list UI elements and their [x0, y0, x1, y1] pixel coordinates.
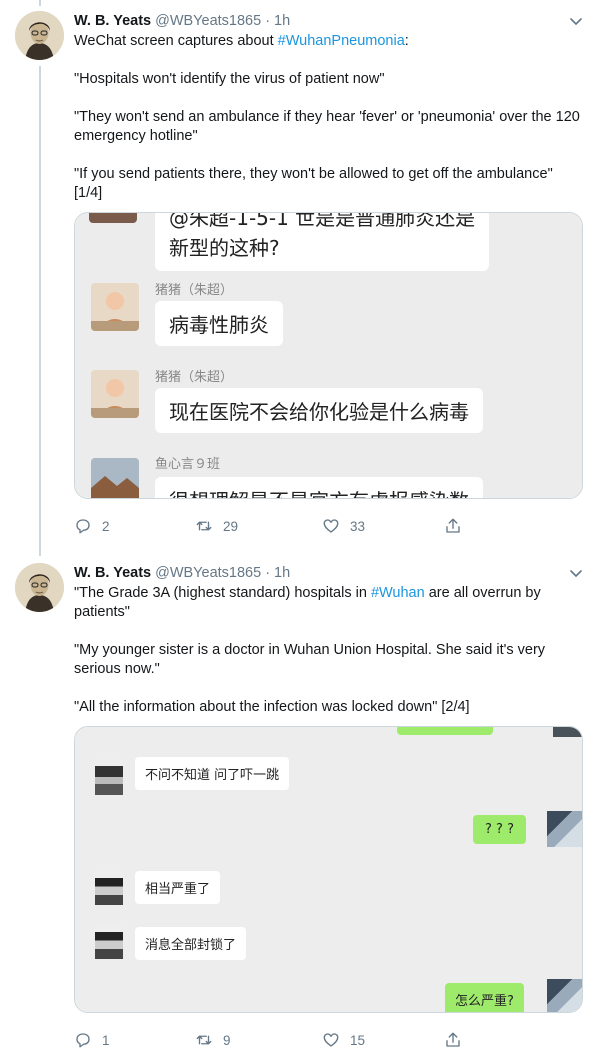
- like-count: 15: [350, 1032, 366, 1048]
- pixelated-avatar: [547, 811, 582, 847]
- chat-bubble: 不问不知道 问了吓一跳: [135, 757, 290, 790]
- tweet-paragraph: "All the information about the infection…: [74, 699, 470, 715]
- share-button[interactable]: [444, 1031, 462, 1049]
- chat-sender-name: 猪猪（朱超）: [155, 283, 234, 298]
- reply-icon: [76, 519, 90, 534]
- tweet-text: WeChat screen captures about #WuhanPneum…: [74, 32, 584, 203]
- author-handle[interactable]: @WBYeats1865: [155, 13, 261, 29]
- chat-bubble-sent: 怎么严重?: [445, 983, 524, 1012]
- avatar[interactable]: [15, 563, 64, 612]
- pixelated-avatar: [95, 871, 123, 905]
- tweet-image[interactable]: @朱超-1-5-1 世是是普通肺炎还是 新型的这种? 猪猪（朱超） 病毒性肺炎 …: [74, 212, 583, 499]
- tweet-paragraph: "Hospitals won't identify the virus of p…: [74, 71, 385, 87]
- tweet-header: W. B. Yeats @WBYeats1865 · 1h: [74, 562, 584, 584]
- tweet-paragraph: WeChat screen captures about #WuhanPneum…: [74, 33, 409, 49]
- avatar[interactable]: [15, 11, 64, 60]
- chat-bubble: 相当严重了: [135, 871, 221, 904]
- author-name[interactable]: W. B. Yeats: [74, 13, 151, 29]
- tweet-paragraph: "My younger sister is a doctor in Wuhan …: [74, 642, 546, 677]
- chat-avatar-landscape: [91, 458, 139, 498]
- separator-dot: ·: [265, 565, 271, 581]
- chat-sender-name: 猪猪（朱超）: [155, 370, 234, 385]
- tweet-paragraph: "They won't send an ambulance if they he…: [74, 109, 580, 144]
- tweet-header: W. B. Yeats @WBYeats1865 · 1h: [74, 10, 584, 32]
- chat-bubble: 病毒性肺炎: [155, 301, 283, 346]
- like-count: 33: [350, 518, 366, 534]
- tweet-actions: 2 29 33: [74, 516, 494, 536]
- retweet-icon: [196, 521, 212, 531]
- pixelated-avatar: [553, 727, 582, 737]
- share-button[interactable]: [444, 517, 462, 535]
- chat-bubble-sent: ? ? ?: [473, 815, 526, 844]
- chat-bubble: 消息全部封锁了: [135, 927, 247, 960]
- chat-sender-name: 鱼心言９班: [155, 457, 221, 472]
- chat-avatar: [89, 213, 137, 223]
- heart-icon: [323, 1033, 339, 1047]
- tweet-text: "The Grade 3A (highest standard) hospita…: [74, 584, 584, 717]
- chat-avatar-baby: [91, 370, 139, 418]
- retweet-count: 29: [223, 518, 239, 534]
- tweet-1[interactable]: W. B. Yeats @WBYeats1865 · 1h WeChat scr…: [0, 0, 598, 552]
- tweet-paragraph: "The Grade 3A (highest standard) hospita…: [74, 585, 541, 620]
- like-button[interactable]: 33: [322, 517, 365, 535]
- like-button[interactable]: 15: [322, 1031, 365, 1049]
- tweet-image[interactable]: 不问不知道 问了吓一跳 ? ? ? 相当严重了 消息全部封锁了 怎么严重?: [74, 726, 583, 1013]
- wechat-screenshot: 不问不知道 问了吓一跳 ? ? ? 相当严重了 消息全部封锁了 怎么严重?: [75, 727, 582, 1012]
- author-handle[interactable]: @WBYeats1865: [155, 565, 261, 581]
- chat-avatar-baby: [91, 283, 139, 331]
- tweet-2[interactable]: W. B. Yeats @WBYeats1865 · 1h "The Grade…: [0, 552, 598, 1062]
- heart-icon: [323, 519, 339, 533]
- tweet-paragraph: "If you send patients there, they won't …: [74, 166, 553, 201]
- pixelated-avatar: [547, 979, 582, 1012]
- reply-icon: [76, 1033, 90, 1048]
- author-name[interactable]: W. B. Yeats: [74, 565, 151, 581]
- chat-bubble: @朱超-1-5-1 世是是普通肺炎还是 新型的这种?: [155, 213, 490, 271]
- tweet-actions: 1 9 15: [74, 1030, 494, 1050]
- hashtag-link[interactable]: #Wuhan: [371, 585, 425, 601]
- chat-bubble: 很想理解是不是官方有虚报感染数: [155, 477, 483, 498]
- pixelated-avatar: [95, 759, 123, 795]
- chat-bubble: 现在医院不会给你化验是什么病毒: [155, 388, 483, 433]
- retweet-icon: [196, 1035, 212, 1045]
- green-bubble-edge: [397, 727, 493, 735]
- retweet-count: 9: [223, 1032, 231, 1048]
- wechat-screenshot: @朱超-1-5-1 世是是普通肺炎还是 新型的这种? 猪猪（朱超） 病毒性肺炎 …: [75, 213, 582, 498]
- reply-button[interactable]: 2: [74, 517, 110, 535]
- hashtag-link[interactable]: #WuhanPneumonia: [278, 33, 405, 49]
- reply-button[interactable]: 1: [74, 1031, 110, 1049]
- chevron-down-icon[interactable]: [568, 565, 584, 581]
- chevron-down-icon[interactable]: [568, 13, 584, 29]
- reply-count: 2: [102, 518, 110, 534]
- pixelated-avatar: [95, 925, 123, 959]
- retweet-button[interactable]: 9: [195, 1031, 231, 1049]
- share-icon: [446, 1032, 460, 1047]
- timestamp[interactable]: 1h: [274, 565, 290, 581]
- timestamp[interactable]: 1h: [274, 13, 290, 29]
- share-icon: [446, 518, 460, 533]
- separator-dot: ·: [265, 13, 271, 29]
- reply-count: 1: [102, 1032, 110, 1048]
- retweet-button[interactable]: 29: [195, 517, 238, 535]
